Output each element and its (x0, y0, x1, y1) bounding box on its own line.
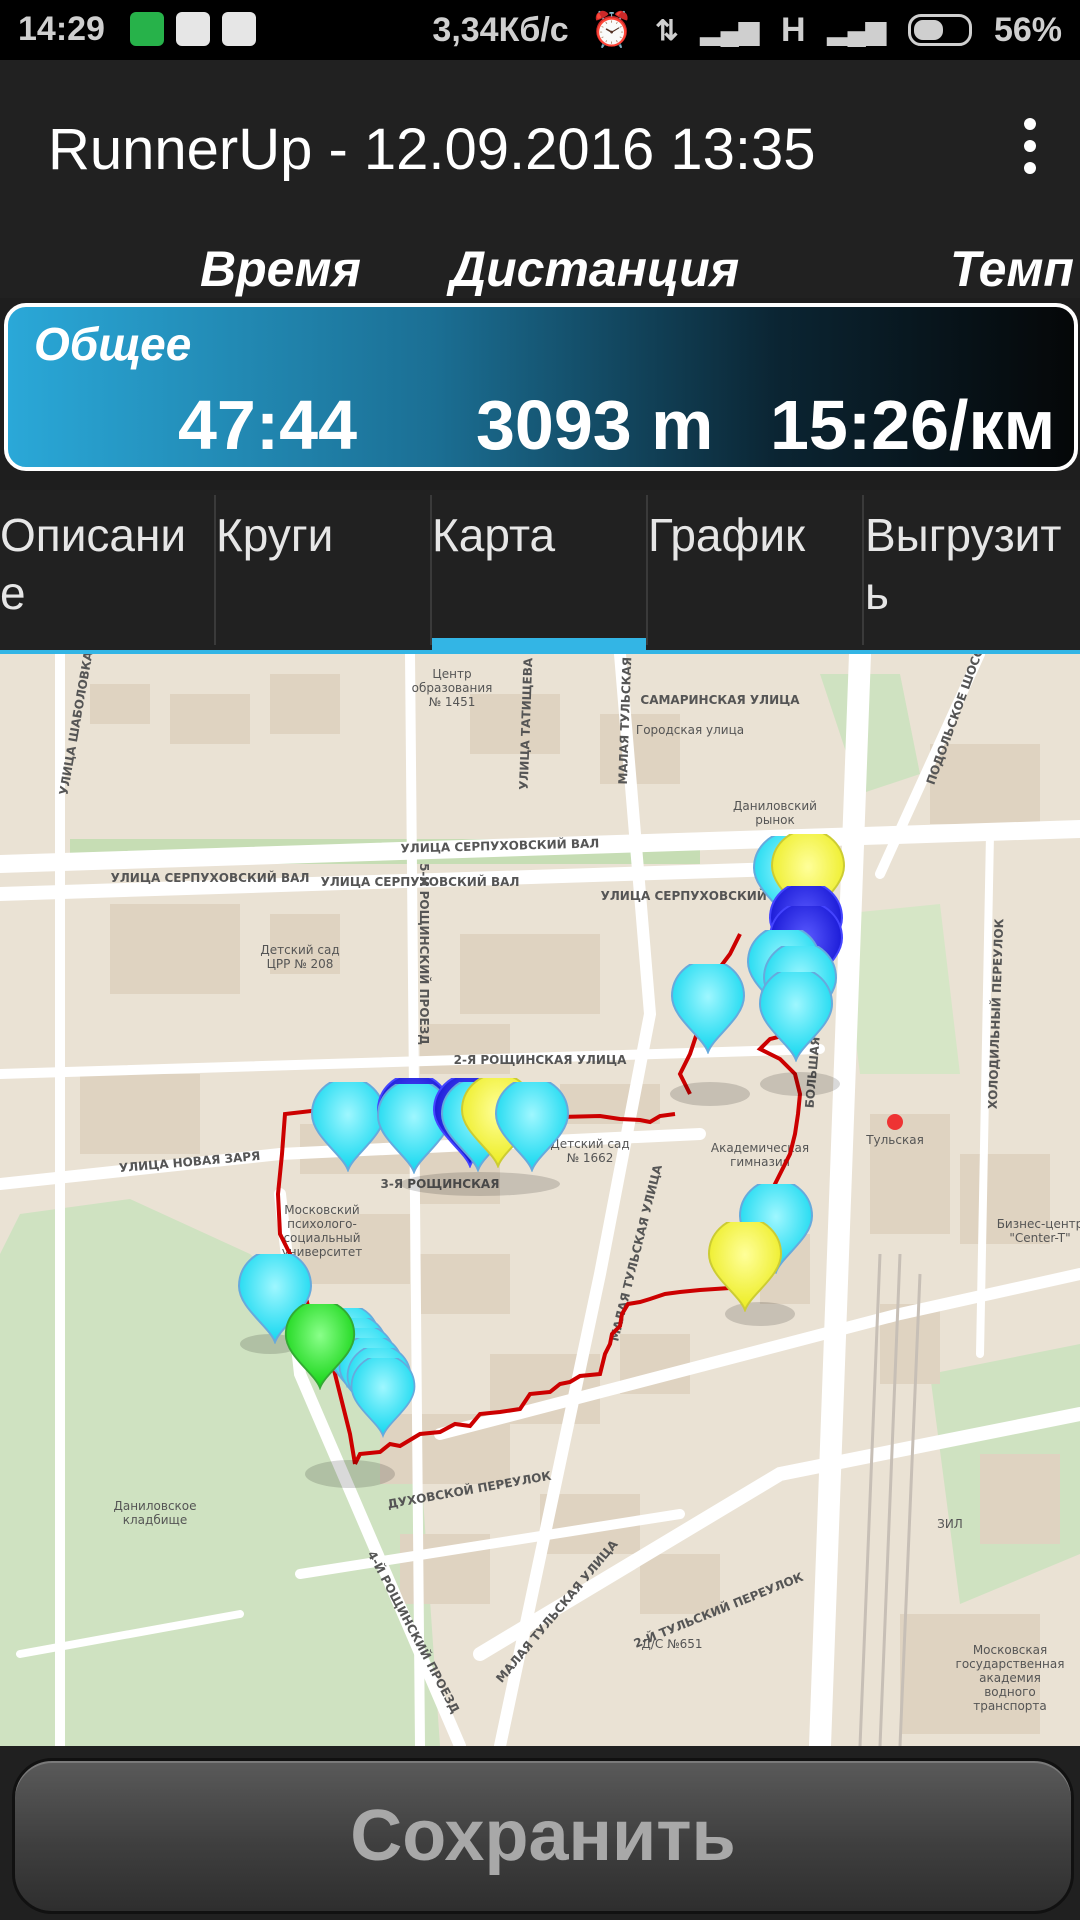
header-distance: Дистанция (450, 241, 740, 297)
overflow-menu-icon[interactable] (1020, 118, 1040, 174)
map-label: ЦРР № 208 (267, 957, 334, 971)
map-label: 2-Я РОЩИНСКАЯ УЛИЦА (454, 1053, 627, 1067)
map-label: Д/С №651 (642, 1637, 703, 1651)
map-label: Тульская (865, 1133, 924, 1147)
signal-icon-2: ▂▄▆ (827, 14, 886, 45)
battery-percent: 56% (993, 10, 1062, 49)
network-type: H (780, 10, 806, 49)
map-label: № 1662 (567, 1151, 614, 1165)
tab-upload[interactable]: Выгрузить (865, 490, 1065, 652)
map-label: транспорта (973, 1699, 1047, 1713)
tab-label: Круги (216, 509, 334, 561)
map-label: социальный (283, 1231, 360, 1245)
map-label: Московская (973, 1643, 1047, 1657)
map-label: Даниловское (113, 1499, 196, 1513)
map-label: Даниловский (733, 799, 817, 813)
tab-label: Выгрузить (865, 509, 1062, 619)
status-bar: 14:29 3,34Кб/с ⏰ ⇅ ▂▄▆ H ▂▄▆ 56% (0, 0, 1080, 60)
map-label: Детский сад (260, 943, 339, 957)
summary-row: Общее 47:44 3093 m 15:26/км (4, 303, 1078, 471)
signal-icon: ▂▄▆ (700, 14, 759, 45)
tab-divider (862, 495, 864, 645)
map-label: УЛИЦА СЕРПУХОВСКИЙ ВАЛ (111, 870, 310, 885)
tab-laps[interactable]: Круги (216, 490, 426, 652)
map-label: кладбище (123, 1513, 187, 1527)
map-label: образования (412, 681, 493, 695)
map-label: Центр (432, 667, 471, 681)
tab-label: График (648, 509, 806, 561)
status-right: 3,34Кб/с ⏰ ⇅ ▂▄▆ H ▂▄▆ 56% (432, 10, 1062, 50)
map-label: Бизнес-центр (997, 1217, 1080, 1231)
app-title: RunnerUp - 12.09.2016 13:35 (48, 117, 816, 182)
summary-headers: Время Дистанция Темп (0, 228, 1080, 298)
save-button[interactable]: Сохранить (12, 1758, 1074, 1914)
map-label: государственная (956, 1657, 1065, 1671)
map-label: Московский (284, 1203, 359, 1217)
map-label: водного (984, 1685, 1036, 1699)
tab-graph[interactable]: График (648, 490, 858, 652)
map-label: МАЛАЯ ТУЛЬСКАЯ УЛИЦА (493, 1537, 621, 1686)
data-arrows-icon: ⇅ (655, 14, 679, 46)
battery-icon (907, 14, 972, 46)
map-label: "Center-T" (1009, 1231, 1070, 1245)
alarm-icon: ⏰ (590, 11, 634, 49)
map-label: 5-Й РОЩИНСКИЙ ПРОЕЗД (417, 863, 432, 1045)
map-label: № 1451 (429, 695, 476, 709)
map-label: психолого- (287, 1217, 357, 1231)
tab-bar: Описание Круги Карта График Выгрузить (0, 490, 1080, 652)
shield-icon (130, 12, 164, 46)
bottom-bar: Сохранить (0, 1746, 1080, 1920)
tab-description[interactable]: Описание (0, 490, 210, 652)
map-marker (671, 964, 745, 1053)
network-speed: 3,34Кб/с (432, 10, 569, 49)
map-label: УЛИЦА ТАТИЩЕВА (517, 657, 536, 790)
map-label: САМАРИНСКАЯ УЛИЦА (640, 693, 800, 707)
mail-icon (176, 12, 210, 46)
header-pace: Темп (950, 241, 1074, 297)
map-label: гимназия (730, 1155, 790, 1169)
map-label: Детский сад (550, 1137, 629, 1151)
play-store-icon (222, 12, 256, 46)
tab-label: Описание (0, 509, 187, 619)
header-time: Время (200, 241, 361, 297)
app-bar: RunnerUp - 12.09.2016 13:35 (0, 60, 1080, 228)
map-marker (495, 1082, 569, 1171)
map-label: ЗИЛ (937, 1517, 963, 1531)
tab-label: Карта (432, 509, 556, 561)
tab-map[interactable]: Карта (432, 490, 642, 652)
summary-pace: 15:26/км (770, 386, 1056, 464)
summary-distance: 3093 m (476, 386, 714, 464)
metro-icon (887, 1114, 903, 1130)
summary-time: 47:44 (178, 386, 358, 464)
map-label: академия (979, 1671, 1041, 1685)
status-time: 14:29 (18, 10, 105, 48)
map-label: Городская улица (636, 723, 744, 737)
map-background (0, 654, 1080, 1746)
summary-row-label: Общее (34, 318, 192, 370)
route-map[interactable]: Центр образования № 1451 САМАРИНСКАЯ УЛИ… (0, 654, 1080, 1746)
map-label: рынок (755, 813, 795, 827)
